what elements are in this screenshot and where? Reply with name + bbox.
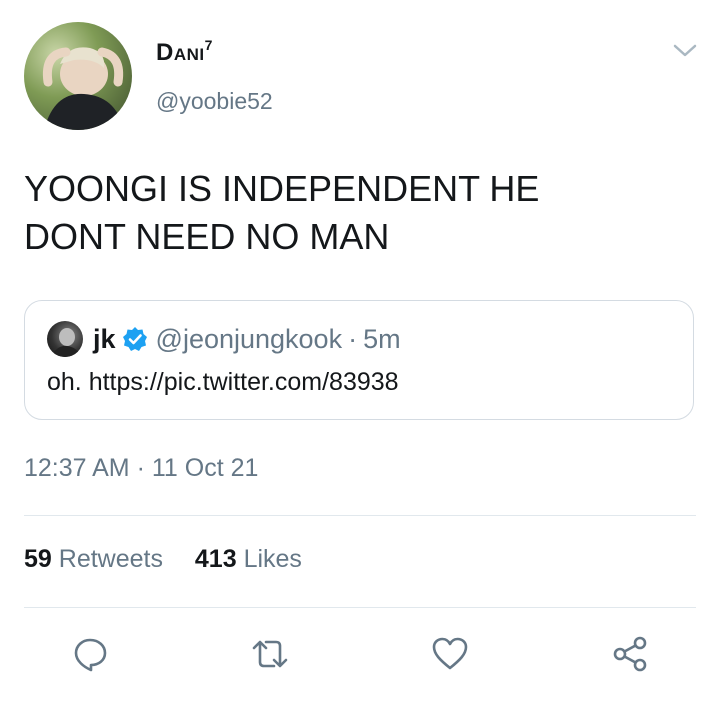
quoted-author-name: jk [93, 323, 116, 354]
author-avatar[interactable] [24, 22, 132, 130]
retweets-label: Retweets [58, 545, 163, 573]
share-button[interactable] [608, 632, 652, 676]
heart-icon [432, 637, 468, 670]
quoted-tweet-time: 5m [363, 323, 401, 354]
quoted-tweet-header: jk @jeonjungkook · 5m [93, 321, 401, 357]
reply-button[interactable] [68, 632, 112, 676]
verified-badge-icon [122, 327, 147, 351]
quoted-author-handle: @jeonjungkook [155, 323, 343, 354]
author-name-suffix: 7 [204, 37, 213, 53]
quoted-tweet-text: oh. https://pic.twitter.com/83938 [47, 368, 399, 396]
quoted-author-avatar [47, 321, 83, 357]
reply-icon [74, 638, 107, 672]
likes-stat[interactable]: 413 Likes [195, 545, 302, 573]
likes-label: Likes [243, 545, 302, 573]
divider [24, 515, 696, 516]
retweet-icon [252, 640, 288, 668]
retweet-button[interactable] [248, 632, 292, 676]
retweets-stat[interactable]: 59 Retweets [24, 545, 170, 573]
tweet-text: YOONGI IS INDEPENDENT HE DONT NEED NO MA… [24, 165, 684, 261]
quoted-separator: · [348, 323, 358, 354]
like-button[interactable] [428, 632, 472, 676]
tweet-text-line: YOONGI IS INDEPENDENT HE [24, 168, 540, 209]
avatar-image [42, 47, 124, 130]
share-icon [613, 636, 647, 672]
quoted-tweet-card[interactable]: jk @jeonjungkook · 5m oh. https://pic.tw… [24, 300, 694, 420]
author-handle[interactable]: @yoobie52 [156, 88, 273, 115]
tweet-timestamp: 12:37 AM · 11 Oct 21 [24, 454, 259, 482]
author-name-text: Dani [156, 39, 205, 66]
chevron-down-icon[interactable] [672, 42, 698, 60]
retweets-count: 59 [24, 545, 52, 573]
tweet-text-line: DONT NEED NO MAN [24, 216, 390, 257]
divider [24, 607, 696, 608]
tweet-stats: 59 Retweets 413 Likes [24, 545, 302, 574]
author-display-name[interactable]: Dani7 [156, 37, 213, 67]
likes-count: 413 [194, 545, 237, 573]
